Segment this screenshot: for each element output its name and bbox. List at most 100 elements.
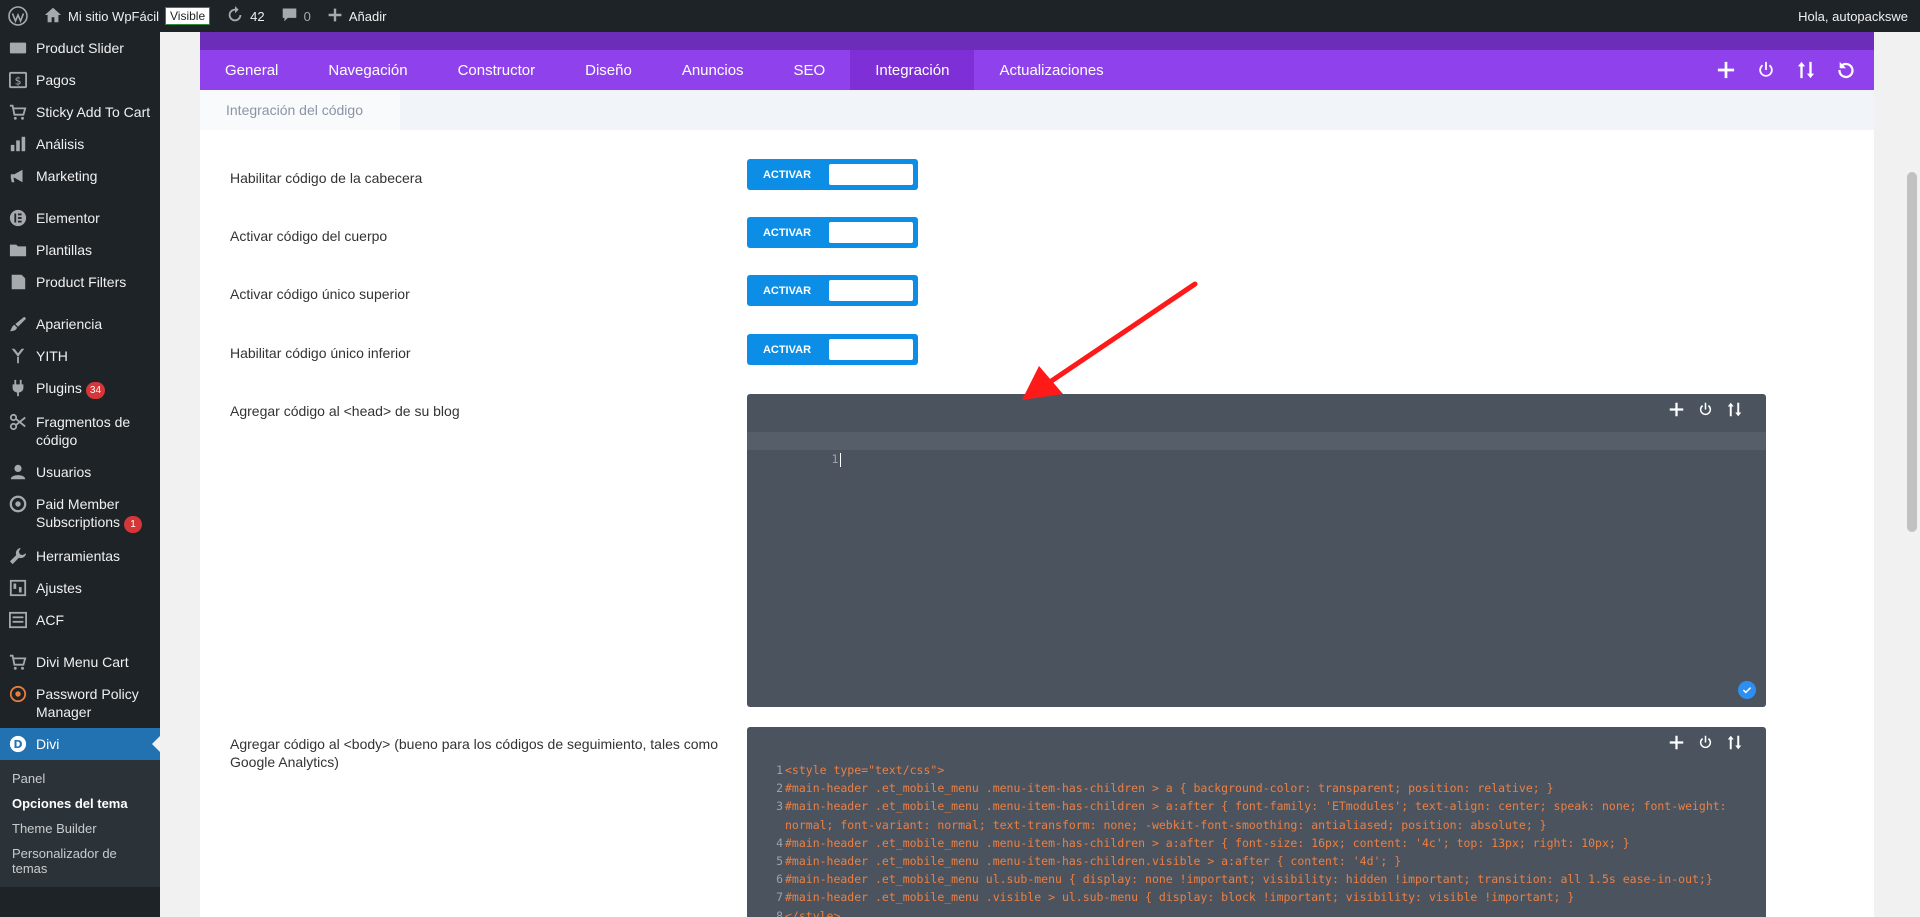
sidebar-item-password-policy-manager[interactable]: Password Policy Manager [0,678,160,728]
elementor-icon [8,209,28,227]
sidebar-item-fragmentos[interactable]: Fragmentos de código [0,406,160,456]
cart-icon [8,103,28,121]
sidebar-item-divi[interactable]: D Divi [0,728,160,760]
sidebar-item-divi-menu-cart[interactable]: Divi Menu Cart [0,646,160,678]
sidebar-item-product-filters[interactable]: Product Filters [0,266,160,298]
folder-icon [8,241,28,259]
line-number: 1 [831,452,839,467]
lock-icon [8,685,28,703]
sidebar-item-plugins[interactable]: Plugins 34 [0,372,160,406]
updates-link[interactable]: 42 [218,0,272,32]
bar-chart-icon [8,135,28,153]
site-name-link[interactable]: Mi sitio WpFácil Visible [36,0,218,32]
divi-icon: D [8,735,28,753]
svg-text:D: D [14,738,23,751]
add-icon[interactable] [1669,402,1684,422]
sort-arrows-icon[interactable] [1727,735,1742,755]
sidebar-item-acf[interactable]: ACF [0,604,160,636]
sidebar-item-label: Plantillas [36,242,93,258]
sidebar-item-elementor[interactable]: Elementor [0,202,160,234]
sidebar-item-ajustes[interactable]: Ajustes [0,572,160,604]
sidebar-item-label: Divi [36,736,60,752]
comments-link[interactable]: 0 [273,0,319,32]
sidebar-item-sticky-add-to-cart[interactable]: Sticky Add To Cart [0,96,160,128]
sidebar-item-marketing[interactable]: Marketing [0,160,160,192]
add-icon[interactable] [1716,60,1736,80]
yith-icon [8,347,28,365]
megaphone-icon [8,167,28,185]
add-new-link[interactable]: Añadir [319,0,395,32]
divi-options-panel: General Navegación Constructor Diseño An… [200,32,1874,917]
power-icon[interactable] [1756,60,1776,80]
code-line: 6 #main-header .et_mobile_menu ul.sub-men… [776,872,1713,887]
sidebar-item-herramientas[interactable]: Herramientas [0,540,160,572]
option-label-single-top-code: Activar código único superior [230,286,410,302]
sidebar-item-apariencia[interactable]: Apariencia [0,308,160,340]
tab-integracion[interactable]: Integración [850,50,975,90]
text-cursor [840,452,842,467]
submenu-item-personalizador[interactable]: Personalizador de temas [0,841,160,881]
sidebar-item-label: Password Policy Manager [36,686,139,720]
submenu-item-opciones-del-tema[interactable]: Opciones del tema [0,791,160,816]
acf-icon [8,611,28,629]
sidebar-item-label: Pagos [36,72,76,88]
subtab-integracion-del-codigo[interactable]: Integración del código [200,90,400,130]
code-line: 1 [771,432,842,487]
sidebar-item-plantillas[interactable]: Plantillas [0,234,160,266]
code-line: 7 #main-header .et_mobile_menu .visible >… [776,890,1575,905]
sidebar-item-usuarios[interactable]: Usuarios [0,456,160,488]
site-name: Mi sitio WpFácil [68,8,160,24]
scrollbar-thumb[interactable] [1907,172,1917,532]
code-line: 5 #main-header .et_mobile_menu .menu-item… [776,854,1402,869]
sort-arrows-icon[interactable] [1727,402,1742,422]
sidebar-item-paid-member-subscriptions[interactable]: Paid Member Subscriptions 1 [0,488,160,540]
tab-constructor[interactable]: Constructor [433,50,561,90]
active-line-highlight [747,432,1766,450]
sidebar-item-label: Sticky Add To Cart [36,104,151,120]
sidebar-item-yith[interactable]: YITH [0,340,160,372]
subscriptions-icon [8,495,28,513]
updates-count: 42 [250,8,265,24]
tab-seo[interactable]: SEO [769,50,851,90]
tab-actualizaciones[interactable]: Actualizaciones [974,50,1128,90]
account-greeting[interactable]: Hola, autopackswe [1790,0,1920,32]
sidebar-item-label: Plugins 34 [36,379,106,399]
toggle-knob [829,280,913,301]
sidebar-item-pagos[interactable]: $ Pagos [0,64,160,96]
editor-toolbar [1669,402,1742,422]
plus-icon [327,7,343,26]
wordpress-logo-icon[interactable] [0,0,36,32]
admin-bar: Mi sitio WpFácil Visible 42 0 Añadir Hol… [0,0,1920,32]
toggle-knob [829,222,913,243]
body-code-editor[interactable]: 1 <style type="text/css"> 2 #main-header .… [747,727,1766,917]
sort-arrows-icon[interactable] [1796,60,1816,80]
reset-icon[interactable] [1836,60,1856,80]
sidebar-item-product-slider[interactable]: Product Slider [0,32,160,64]
sidebar-item-analisis[interactable]: Análisis [0,128,160,160]
toggle-single-top-code[interactable]: ACTIVAR [747,275,918,306]
submenu-item-theme-builder[interactable]: Theme Builder [0,816,160,841]
toggle-single-bottom-code[interactable]: ACTIVAR [747,334,918,365]
power-icon[interactable] [1698,402,1713,422]
tab-navegacion[interactable]: Navegación [303,50,432,90]
add-new-label: Añadir [348,8,387,24]
slider-icon [8,39,28,57]
tab-anuncios[interactable]: Anuncios [657,50,769,90]
svg-text:$: $ [15,75,22,88]
code-line: 2 #main-header .et_mobile_menu .menu-item… [776,781,1554,796]
panel-header-strip [200,32,1874,50]
add-icon[interactable] [1669,735,1684,755]
sidebar-item-label: Usuarios [36,464,92,480]
options-tabs: General Navegación Constructor Diseño An… [200,50,1874,90]
head-code-editor[interactable]: 1 [747,394,1766,707]
sidebar-item-label: Análisis [36,136,85,152]
tab-diseno[interactable]: Diseño [560,50,657,90]
tab-general[interactable]: General [200,50,303,90]
toggle-body-code[interactable]: ACTIVAR [747,217,918,248]
power-icon[interactable] [1698,735,1713,755]
page-scrollbar[interactable] [1904,32,1920,917]
code-content: 1 <style type="text/css"> 2 #main-header .… [771,761,1754,917]
toggle-header-code[interactable]: ACTIVAR [747,159,918,190]
main-content: General Navegación Constructor Diseño An… [160,32,1920,917]
submenu-item-panel[interactable]: Panel [0,766,160,791]
